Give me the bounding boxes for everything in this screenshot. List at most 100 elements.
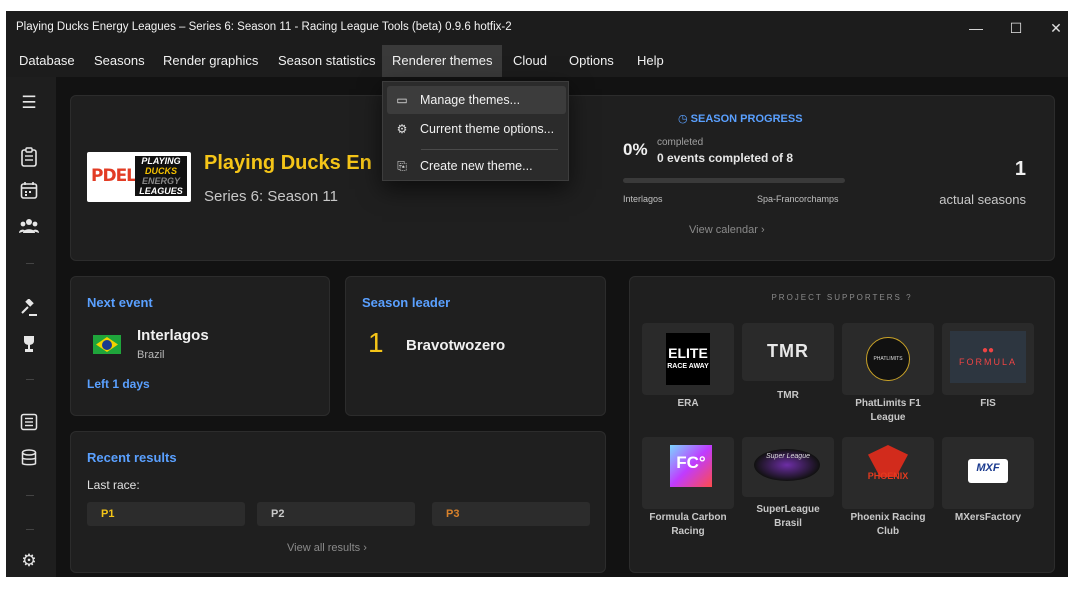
league-logo: PDEL PLAYING DUCKS ENERGY LEAGUES	[87, 152, 191, 202]
settings-icon[interactable]: ⚙	[17, 549, 41, 573]
monitor-icon: ▭	[396, 93, 408, 107]
logo-line: PLAYING	[141, 156, 181, 166]
window-title: Playing Ducks Energy Leagues – Series 6:…	[16, 21, 512, 33]
current-theme-options-item[interactable]: ⚙ Current theme options...	[387, 115, 566, 143]
supporter-name: Phoenix Racing Club	[850, 512, 926, 537]
clipboard-icon[interactable]	[17, 147, 41, 171]
menu-database[interactable]: Database	[9, 45, 85, 77]
superleague-logo: Super League	[742, 437, 834, 497]
season-progress-bar	[623, 178, 845, 183]
supporter-phoenix[interactable]: PHOENIX Phoenix Racing Club	[842, 437, 934, 539]
supporter-name: MXersFactory	[954, 512, 1022, 523]
logo-pdel-text: PDEL	[91, 166, 137, 186]
menu-seasons[interactable]: Seasons	[84, 45, 155, 77]
drivers-icon[interactable]	[17, 217, 41, 241]
last-race-label: Last race:	[87, 478, 140, 492]
next-event-country: Brazil	[137, 349, 165, 361]
menu-help[interactable]: Help	[627, 45, 674, 77]
next-event-card[interactable]: Next event Interlagos Brazil Left 1 days	[70, 276, 330, 416]
logo-line: ENERGY	[141, 176, 180, 186]
minimize-button[interactable]: —	[961, 17, 991, 39]
days-left: Left 1 days	[87, 377, 150, 391]
supporter-name: PhatLimits F1 League	[855, 398, 921, 423]
season-progress-heading: ◷ SEASON PROGRESS	[678, 112, 803, 125]
actual-seasons-count: 1	[1014, 158, 1026, 180]
supporter-mxersfactory[interactable]: MXF MXersFactory	[942, 437, 1034, 525]
view-calendar-link[interactable]: View calendar ›	[689, 224, 765, 236]
menu-bar: Database Seasons Render graphics Season …	[6, 45, 1068, 77]
league-name: Playing Ducks En	[204, 152, 372, 174]
next-event-name: Interlagos	[137, 327, 209, 344]
season-leader-card[interactable]: Season leader 1 Bravotwozero	[345, 276, 606, 416]
next-event-heading: Next event	[87, 295, 153, 310]
project-supporters-heading: PROJECT SUPPORTERS ?	[771, 293, 913, 302]
gavel-icon[interactable]	[17, 298, 41, 323]
p2-slot[interactable]: P2	[257, 502, 415, 526]
dropdown-separator	[421, 149, 558, 150]
menu-cloud[interactable]: Cloud	[503, 45, 557, 77]
season-progress-label: SEASON PROGRESS	[690, 113, 803, 125]
standings-icon[interactable]	[17, 413, 41, 437]
clock-icon: ◷	[678, 113, 688, 125]
p3-slot[interactable]: P3	[432, 502, 590, 526]
actual-seasons-label: actual seasons	[939, 192, 1026, 207]
leader-name: Bravotwozero	[406, 337, 506, 354]
events-completed: 0 events completed of 8	[657, 151, 794, 165]
trophy-icon[interactable]	[17, 335, 41, 359]
phatlimits-logo: PHATLIMITS	[842, 323, 934, 395]
last-track: Spa-Francorchamps	[757, 194, 839, 204]
create-new-theme-item[interactable]: ⎘ Create new theme...	[387, 152, 566, 180]
supporter-tmr[interactable]: TMR TMR	[742, 323, 834, 403]
supporter-fcr[interactable]: FC° Formula Carbon Racing	[642, 437, 734, 539]
p1-slot[interactable]: P1	[87, 502, 245, 526]
menu-item-label: Create new theme...	[420, 159, 533, 173]
mxf-logo: MXF	[942, 437, 1034, 509]
season-name: Series 6: Season 11	[204, 188, 338, 205]
project-supporters-card: PROJECT SUPPORTERS ? ELITE RACE AWAY ERA…	[629, 276, 1055, 573]
database-icon[interactable]	[17, 449, 41, 473]
new-file-icon: ⎘	[397, 159, 407, 173]
fis-logo: ●● FORMULA	[942, 323, 1034, 395]
supporter-name: FIS	[980, 398, 996, 409]
logo-line: DUCKS	[144, 166, 177, 176]
menu-item-label: Manage themes...	[420, 93, 521, 107]
manage-themes-item[interactable]: ▭ Manage themes...	[387, 86, 566, 114]
supporter-name: Formula Carbon Racing	[649, 512, 727, 537]
first-track: Interlagos	[623, 194, 663, 204]
completed-label: completed	[657, 137, 704, 148]
hamburger-icon[interactable]: ☰	[17, 91, 41, 115]
supporter-name: ERA	[677, 398, 699, 409]
gear-icon: ⚙	[396, 122, 408, 136]
menu-options[interactable]: Options	[559, 45, 624, 77]
recent-results-heading: Recent results	[87, 450, 177, 465]
supporter-phatlimits[interactable]: PHATLIMITS PhatLimits F1 League	[842, 323, 934, 425]
sidebar-divider	[26, 379, 34, 380]
menu-season-statistics[interactable]: Season statistics	[268, 45, 386, 77]
progress-percent: 0%	[623, 140, 648, 159]
menu-render-graphics[interactable]: Render graphics	[153, 45, 268, 77]
era-logo: ELITE RACE AWAY	[642, 323, 734, 395]
supporter-fis[interactable]: ●● FORMULA FIS	[942, 323, 1034, 411]
brazil-flag-icon	[93, 335, 121, 354]
sidebar-divider	[26, 529, 34, 530]
view-all-results-link[interactable]: View all results ›	[287, 542, 367, 554]
title-bar: Playing Ducks Energy Leagues – Series 6:…	[6, 11, 1068, 45]
fcr-logo: FC°	[642, 437, 734, 509]
phoenix-logo: PHOENIX	[842, 437, 934, 509]
sidebar: ☰ ⚙	[6, 77, 56, 577]
menu-renderer-themes[interactable]: Renderer themes	[382, 45, 502, 77]
supporter-name: TMR	[777, 390, 799, 401]
tmr-logo: TMR	[742, 323, 834, 381]
supporter-era[interactable]: ELITE RACE AWAY ERA	[642, 323, 734, 411]
logo-line: LEAGUES	[139, 186, 183, 196]
recent-results-card: Recent results Last race: P1 P2 P3 View …	[70, 431, 606, 573]
renderer-themes-dropdown: ▭ Manage themes... ⚙ Current theme optio…	[382, 81, 569, 181]
close-button[interactable]: ✕	[1041, 17, 1068, 39]
maximize-button[interactable]: ☐	[1001, 17, 1031, 39]
sidebar-divider	[26, 263, 34, 264]
calendar-icon[interactable]	[17, 181, 41, 205]
app-window: Playing Ducks Energy Leagues – Series 6:…	[6, 11, 1068, 577]
sidebar-divider	[26, 495, 34, 496]
leader-position: 1	[368, 327, 384, 358]
supporter-superleague[interactable]: Super League SuperLeague Brasil	[742, 437, 834, 531]
